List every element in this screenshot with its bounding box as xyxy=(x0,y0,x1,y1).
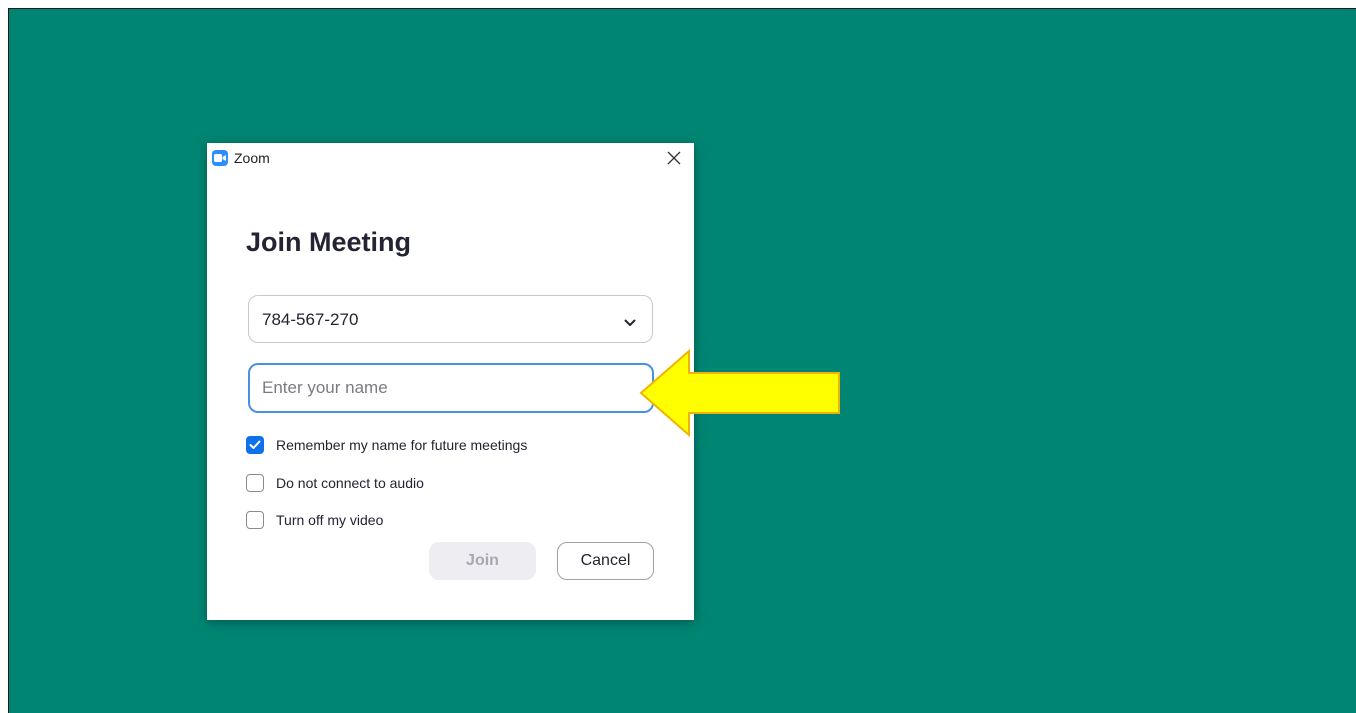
meeting-id-dropdown[interactable]: 784-567-270 xyxy=(248,295,653,343)
remember-name-option[interactable]: Remember my name for future meetings xyxy=(246,435,527,455)
join-button[interactable]: Join xyxy=(429,542,536,580)
cancel-button[interactable]: Cancel xyxy=(557,542,654,580)
close-icon xyxy=(667,151,681,165)
chevron-down-icon xyxy=(624,314,636,332)
video-off-checkbox[interactable] xyxy=(246,511,264,529)
option-label: Remember my name for future meetings xyxy=(276,437,528,453)
checkmark-icon xyxy=(249,440,261,449)
option-label: Do not connect to audio xyxy=(276,475,424,491)
dialog-heading: Join Meeting xyxy=(246,227,412,257)
meeting-id-value: 784-567-270 xyxy=(262,310,359,329)
no-audio-checkbox[interactable] xyxy=(246,474,264,492)
window-title: Zoom xyxy=(234,150,270,166)
no-audio-option[interactable]: Do not connect to audio xyxy=(246,473,424,493)
join-meeting-dialog: Zoom Join Meeting 784-567-270 Enter your… xyxy=(207,143,694,620)
close-button[interactable] xyxy=(664,148,684,168)
arrow-left-icon xyxy=(639,349,840,438)
remember-name-checkbox[interactable] xyxy=(246,436,264,454)
name-input[interactable] xyxy=(248,363,654,413)
option-label: Turn off my video xyxy=(276,512,384,528)
desktop-background: Zoom Join Meeting 784-567-270 Enter your… xyxy=(8,8,1356,713)
title-bar: Zoom xyxy=(207,143,694,173)
zoom-camera-icon xyxy=(212,150,228,166)
video-off-option[interactable]: Turn off my video xyxy=(246,510,383,530)
